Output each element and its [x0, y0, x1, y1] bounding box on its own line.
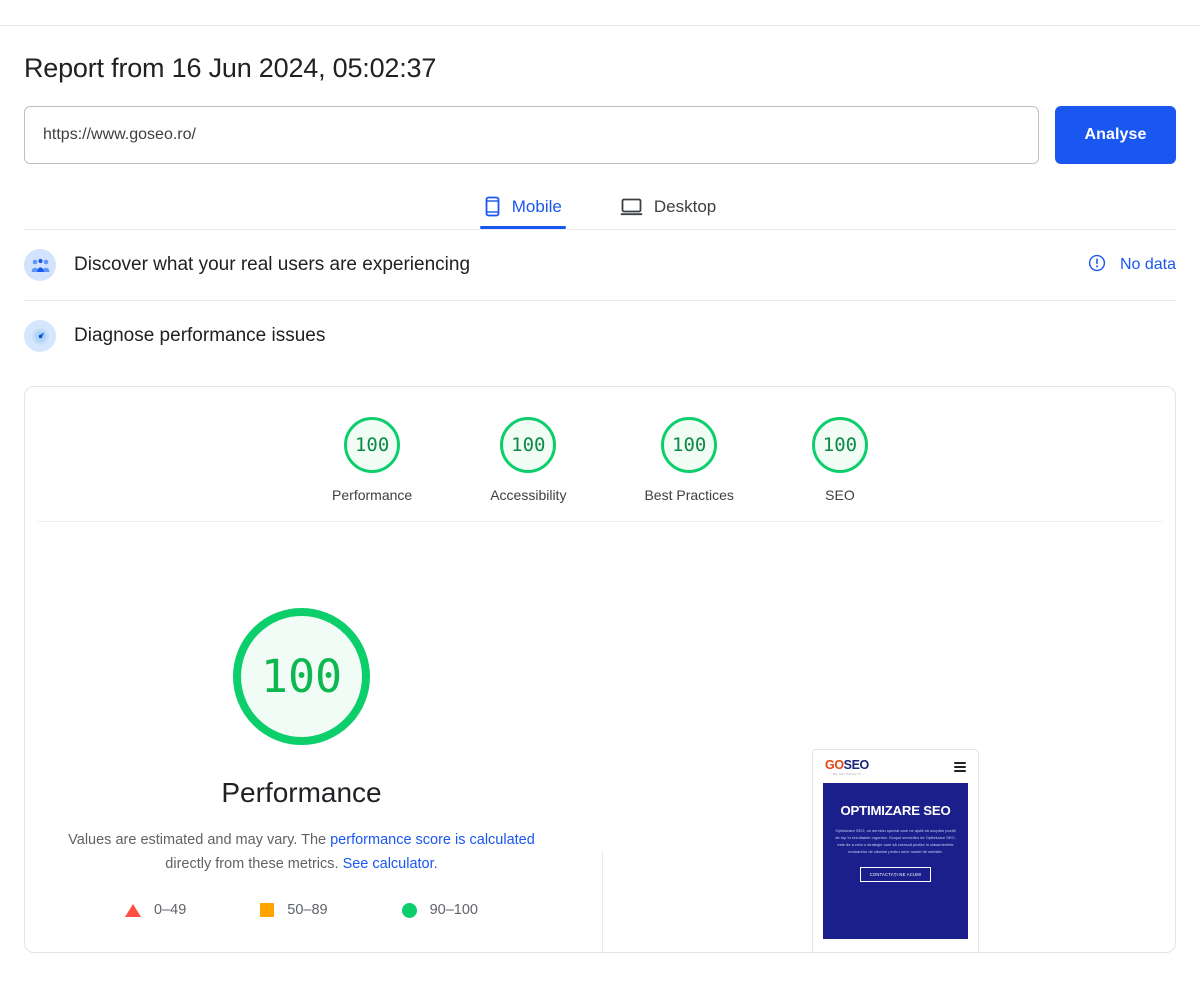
performance-description: Values are estimated and may vary. The p… — [67, 828, 537, 876]
field-data-title: Discover what your real users are experi… — [74, 254, 471, 275]
panel-vertical-divider — [602, 851, 603, 952]
status-badge: No data — [1119, 256, 1176, 273]
see-calculator-link[interactable]: See calculator. — [343, 856, 438, 872]
real-users-icon — [24, 249, 56, 281]
score-gauge-seo[interactable]: 100 SEO — [811, 417, 868, 503]
score-gauge-accessibility[interactable]: 100 Accessibility — [490, 417, 566, 503]
legend-item-pass: 90–100 — [401, 902, 478, 918]
tab-mobile[interactable]: Mobile — [479, 190, 566, 229]
legend-label-pass: 90–100 — [429, 902, 478, 918]
performance-score-gauge: 100 — [233, 608, 370, 745]
report-content: Report from 16 Jun 2024, 05:02:37 https:… — [0, 25, 1200, 953]
mobile-icon — [484, 196, 501, 217]
score-gauge-best-practices[interactable]: 100 Best Practices — [644, 417, 734, 503]
score-label-seo: SEO — [825, 487, 855, 503]
performance-panel: 100 Performance Values are estimated and… — [25, 522, 1175, 952]
pagespeed-report-page: Report from 16 Jun 2024, 05:02:37 https:… — [0, 0, 1200, 994]
device-tabs: Mobile Desktop — [0, 190, 1200, 229]
logo-go-text: GO — [825, 757, 844, 772]
score-label-accessibility: Accessibility — [490, 487, 567, 503]
thumbnail-body: LET'S TALK ABOUT SEO! Doriți un website … — [813, 939, 978, 952]
hero-text: Optimizare SEO, un serviciu special care… — [835, 828, 956, 854]
square-icon — [260, 903, 275, 917]
performance-summary: 100 Performance Values are estimated and… — [25, 608, 578, 918]
desktop-icon — [620, 196, 643, 217]
thumbnail-content: GOSEO WE GET RESULTS OPTIMIZARE SEO Opti… — [813, 750, 978, 952]
description-text-1: Values are estimated and may vary. The — [68, 832, 331, 848]
logo-tagline: WE GET RESULTS — [832, 772, 862, 776]
page-screenshot-thumbnail[interactable]: GOSEO WE GET RESULTS OPTIMIZARE SEO Opti… — [812, 749, 979, 952]
lab-data-section-header: Diagnose performance issues — [0, 301, 1200, 371]
analyse-button[interactable]: Analyse — [1055, 106, 1176, 164]
description-text-2: directly from these metrics. — [165, 856, 343, 872]
score-gauge-performance[interactable]: 100 Performance — [332, 417, 412, 503]
info-circle-icon — [1088, 254, 1106, 277]
score-value-best-practices: 100 — [661, 417, 718, 473]
category-score-gauges: 100 Performance 100 Accessibility 100 Be… — [25, 387, 1175, 521]
hero-cta-button: CONTACTAȚI-NE ACUM! — [859, 867, 932, 882]
tab-desktop[interactable]: Desktop — [616, 190, 720, 229]
diagnose-compass-icon — [24, 320, 56, 352]
url-analyse-row: https://www.goseo.ro/ Analyse — [0, 85, 1200, 164]
thumbnail-site-header: GOSEO WE GET RESULTS — [813, 750, 978, 783]
score-legend: 0–49 50–89 90–100 — [125, 902, 478, 918]
score-label-performance: Performance — [332, 487, 413, 503]
performance-score-link[interactable]: performance score is calculated — [330, 832, 535, 848]
lighthouse-results-card: 100 Performance 100 Accessibility 100 Be… — [24, 386, 1176, 953]
hero-heading: OPTIMIZARE SEO — [840, 803, 951, 818]
thumbnail-logo: GOSEO WE GET RESULTS — [825, 758, 869, 776]
hamburger-menu-icon — [954, 761, 966, 772]
score-value-performance: 100 — [344, 417, 401, 473]
triangle-icon — [125, 903, 141, 917]
field-data-section-header: Discover what your real users are experi… — [0, 230, 1200, 300]
circle-icon — [401, 902, 417, 918]
legend-item-average: 50–89 — [260, 902, 328, 918]
score-value-accessibility: 100 — [500, 417, 557, 473]
logo-seo-text: SEO — [843, 757, 870, 772]
thumbnail-hero: OPTIMIZARE SEO Optimizare SEO, un servic… — [823, 783, 968, 939]
legend-item-fail: 0–49 — [125, 902, 186, 918]
page-title: Report from 16 Jun 2024, 05:02:37 — [24, 53, 437, 83]
tab-mobile-label: Mobile — [511, 196, 562, 216]
score-value-seo: 100 — [811, 417, 868, 473]
lab-data-title: Diagnose performance issues — [74, 325, 326, 346]
legend-label-fail: 0–49 — [154, 902, 187, 918]
legend-label-average: 50–89 — [287, 902, 328, 918]
performance-heading: Performance — [221, 777, 382, 808]
score-label-best-practices: Best Practices — [644, 487, 734, 503]
tab-desktop-label: Desktop — [653, 196, 717, 216]
url-input[interactable]: https://www.goseo.ro/ — [24, 106, 1039, 164]
no-data-status[interactable]: No data — [1088, 254, 1176, 277]
